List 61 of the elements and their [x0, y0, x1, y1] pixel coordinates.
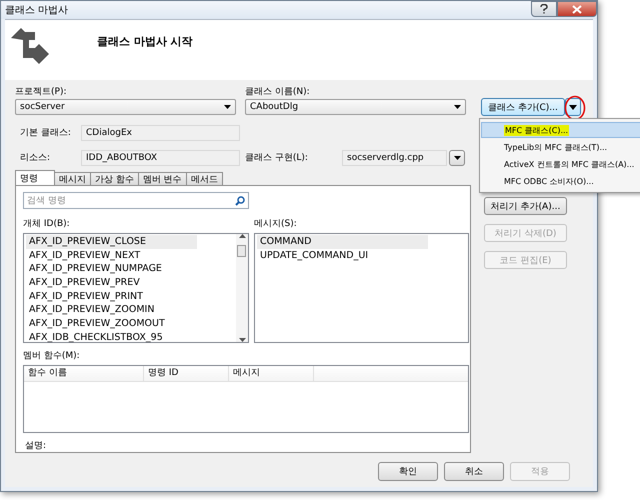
- tab[interactable]: 멤버 변수: [138, 172, 187, 185]
- help-button[interactable]: [531, 1, 557, 17]
- caret-icon: [569, 104, 577, 110]
- list-item[interactable]: AFX_ID_PREVIEW_NEXT: [26, 248, 197, 262]
- help-icon: [540, 4, 548, 14]
- scroll-thumb[interactable]: [237, 245, 246, 257]
- caret-icon: [454, 105, 461, 109]
- add-class-button[interactable]: 클래스 추가(C)...: [481, 98, 565, 116]
- down-arrow-icon: [238, 338, 246, 342]
- list-item[interactable]: AFX_ID_PREVIEW_PREV: [26, 276, 197, 290]
- tab[interactable]: 메서드: [186, 172, 223, 185]
- window-title: 클래스 마법사: [4, 4, 70, 18]
- dialog-button[interactable]: 취소: [444, 462, 504, 481]
- dialog-button[interactable]: 확인: [378, 462, 438, 481]
- menu-item-label: MFC ODBC 소비자(O)...: [504, 176, 594, 186]
- close-icon: [572, 4, 582, 14]
- field-label: 기본 클래스:: [19, 127, 72, 139]
- list-item[interactable]: UPDATE_COMMAND_UI: [257, 248, 428, 262]
- class-implementation-field: socserverdlg.cpp: [342, 150, 447, 166]
- project-dropdown[interactable]: socServer: [15, 99, 236, 115]
- menu-item[interactable]: TypeLib의 MFC 클래스(T)...: [481, 139, 640, 155]
- column-header[interactable]: 함수 이름: [24, 366, 144, 381]
- list-item[interactable]: AFX_IDB_CHECKLISTBOX_95: [26, 330, 197, 342]
- tab[interactable]: 메시지: [54, 172, 91, 185]
- tab[interactable]: 명령: [15, 170, 55, 185]
- field-label: 프로젝트(P):: [15, 86, 68, 98]
- menu-item-label: TypeLib의 MFC 클래스(T)...: [504, 142, 608, 152]
- caret-icon: [454, 156, 460, 160]
- up-arrow-icon: [238, 234, 246, 238]
- wizard-heading: 클래스 마법사 시작: [97, 34, 193, 49]
- list-item[interactable]: COMMAND: [257, 235, 428, 249]
- list-item[interactable]: AFX_ID_PREVIEW_CLOSE: [26, 235, 197, 249]
- field-label: 클래스 이름(N):: [245, 86, 310, 98]
- menu-item-label: ActiveX 컨트롤의 MFC 클래스(A)...: [504, 158, 634, 170]
- scrollbar[interactable]: [236, 234, 248, 342]
- menu-item[interactable]: ActiveX 컨트롤의 MFC 클래스(A)...: [481, 156, 640, 172]
- resource-field: IDD_ABOUTBOX: [81, 150, 240, 166]
- caret-icon: [224, 105, 231, 109]
- base-class-field: CDialogEx: [81, 124, 240, 140]
- list-item[interactable]: AFX_ID_PREVIEW_ZOOMOUT: [26, 317, 197, 331]
- class-name-dropdown[interactable]: CAboutDlg: [245, 99, 466, 115]
- field-label: 리소스:: [19, 152, 52, 164]
- menu-item-label: MFC 클래스(C)...: [504, 124, 570, 136]
- search-icon: [235, 196, 245, 206]
- description-label: 설명:: [24, 440, 48, 452]
- search-field[interactable]: 검색 명령: [23, 192, 249, 209]
- list-label: 멤버 함수(M):: [23, 350, 81, 362]
- column-header[interactable]: 명령 ID: [144, 366, 229, 381]
- list-label: 개체 ID(B):: [23, 218, 71, 230]
- menu-item[interactable]: MFC 클래스(C)...: [481, 122, 640, 138]
- field-label: 클래스 구현(L):: [245, 152, 309, 164]
- close-button[interactable]: [557, 1, 597, 17]
- dropdown-button[interactable]: [449, 150, 465, 166]
- list-item[interactable]: AFX_ID_PREVIEW_NUMPAGE: [26, 262, 197, 276]
- column-header[interactable]: 메시지: [229, 366, 314, 381]
- tab[interactable]: 가상 함수: [90, 172, 139, 185]
- menu-item[interactable]: MFC ODBC 소비자(O)...: [481, 173, 640, 189]
- list-item[interactable]: AFX_ID_PREVIEW_PRINT: [26, 290, 197, 304]
- list-label: 메시지(S):: [254, 218, 298, 230]
- handler-button[interactable]: 처리기 추가(A)...: [484, 197, 567, 215]
- list-item[interactable]: AFX_ID_PREVIEW_ZOOMIN: [26, 303, 197, 318]
